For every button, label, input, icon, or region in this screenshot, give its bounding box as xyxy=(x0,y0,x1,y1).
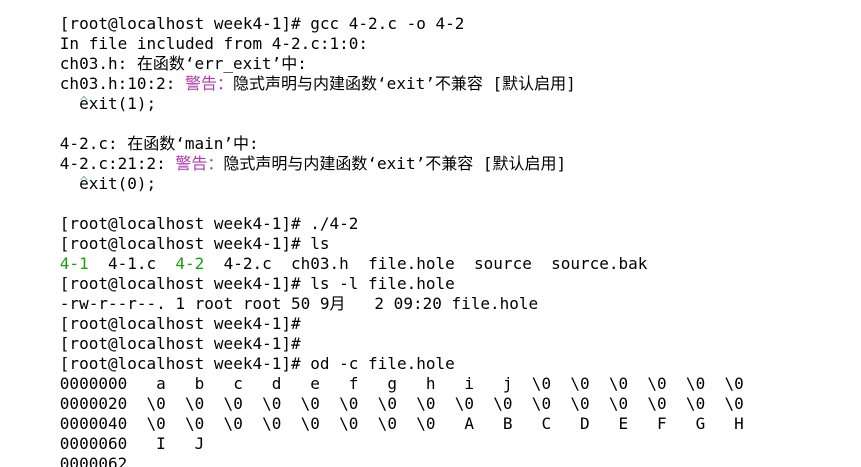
warning-label: 警告： xyxy=(175,154,224,173)
line-text: [root@localhost week4-1]# xyxy=(59,334,301,353)
line-text: In file included from 4-2.c:1:0: xyxy=(59,34,369,53)
line-text: 隐式声明与内建函数‘exit’不兼容 [默认启用] xyxy=(233,74,576,93)
line-text: 4-1.c xyxy=(88,254,176,273)
line-text: 4-2.c:21:2: xyxy=(59,154,176,173)
terminal-line: 4-2.c: 在函数‘main’中: xyxy=(2,114,744,153)
terminal-window[interactable]: [root@localhost week4-1]# gcc 4-2.c -o 4… xyxy=(0,0,861,467)
warning-label: 警告： xyxy=(185,74,234,93)
line-text: [root@localhost week4-1]# ls -l file.hol… xyxy=(59,274,455,293)
line-text: -rw-r--r--. 1 root root 50 9月 2 09:20 fi… xyxy=(59,294,539,313)
line-text: 0000020 \0 \0 \0 \0 \0 \0 \0 \0 \0 \0 \0… xyxy=(59,394,744,413)
terminal-line: [root@localhost week4-1]# ./4-2 xyxy=(2,194,744,233)
caret-marker: ^ xyxy=(60,174,89,181)
executable-file: 4-2 xyxy=(175,254,205,273)
line-text: 4-2.c ch03.h file.hole source source.bak xyxy=(204,254,648,273)
line-text: ch03.h:10:2: xyxy=(59,74,186,93)
line-text: 0000040 \0 \0 \0 \0 \0 \0 \0 \0 A B C D … xyxy=(59,414,744,433)
line-text: 4-2.c: 在函数‘main’中: xyxy=(59,134,259,153)
line-text: 0000060 I J xyxy=(59,434,205,453)
line-text: 0000000 a b c d e f g h i j \0 \0 \0 \0 … xyxy=(59,374,744,393)
line-text: 0000062 xyxy=(59,454,128,467)
line-text: [root@localhost week4-1]# gcc 4-2.c -o 4… xyxy=(59,14,465,33)
line-text: [root@localhost week4-1]# ./4-2 xyxy=(59,214,359,233)
terminal-line: [root@localhost week4-1]# gcc 4-2.c -o 4… xyxy=(2,0,744,33)
terminal-output: [root@localhost week4-1]# gcc 4-2.c -o 4… xyxy=(2,0,744,467)
line-text: 隐式声明与内建函数‘exit’不兼容 [默认启用] xyxy=(223,154,567,173)
line-text: [root@localhost week4-1]# xyxy=(59,314,301,333)
line-text: ch03.h: 在函数‘err_exit’中: xyxy=(59,54,307,73)
caret-marker: ^ xyxy=(60,94,89,101)
line-text: [root@localhost week4-1]# ls xyxy=(59,234,330,253)
line-text: [root@localhost week4-1]# od -c file.hol… xyxy=(59,354,455,373)
executable-file: 4-1 xyxy=(59,254,89,273)
